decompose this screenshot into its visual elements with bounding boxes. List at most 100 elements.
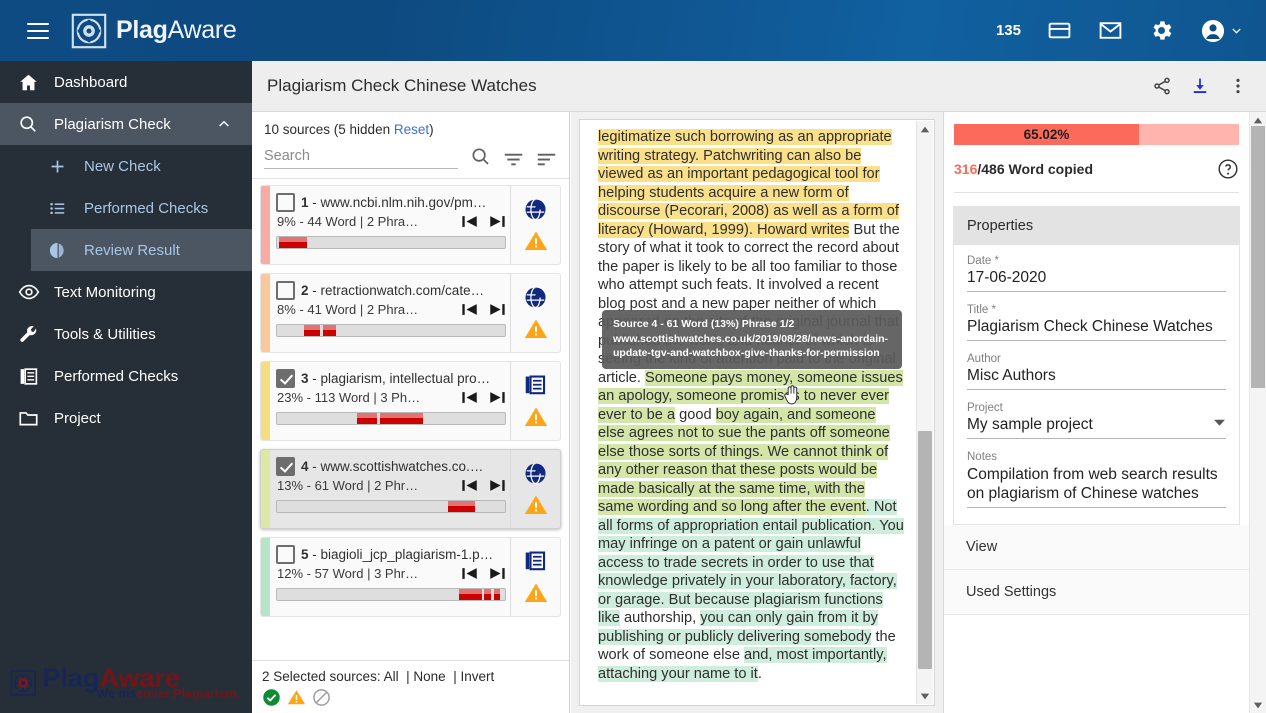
warning-icon[interactable] [287,688,306,707]
credit-card-icon[interactable] [1047,18,1072,43]
search-icon[interactable] [470,146,491,169]
document-icon[interactable] [523,373,548,398]
prev-phrase-button[interactable] [461,302,479,317]
next-phrase-icon[interactable] [488,214,506,229]
prev-phrase-icon[interactable] [461,390,479,405]
prev-phrase-button[interactable] [461,566,479,581]
source-card[interactable]: 5 - biagioli_jcp_plagiarism-1.p… 12% - 5… [260,537,561,617]
source-card[interactable]: 2 - retractionwatch.com/cate… 8% - 41 Wo… [260,273,561,353]
source-checkbox[interactable] [276,281,295,300]
sidebar-item-tools-utilities[interactable]: Tools & Utilities [0,313,252,355]
prev-phrase-button[interactable] [461,214,479,229]
download-icon[interactable] [1190,76,1210,96]
right-panel-scroll-thumb[interactable] [1251,126,1265,388]
globe-icon[interactable] [523,461,548,486]
source-bar-segment [322,325,337,336]
gear-icon[interactable] [1149,18,1174,43]
document-scrollbar[interactable] [916,121,933,704]
document-text[interactable]: legitimatize such borrowing as an approp… [580,120,914,705]
prev-phrase-icon[interactable] [461,214,479,229]
source-meta: 12% - 57 Word | 3 Phr… [277,566,419,581]
next-phrase-button[interactable] [488,302,506,317]
sidebar-item-review-result[interactable]: Review Result [31,229,252,271]
next-phrase-icon[interactable] [488,302,506,317]
prev-phrase-icon[interactable] [461,302,479,317]
properties-title: Properties [954,207,1239,245]
source-checkbox[interactable] [276,545,295,564]
property-field-value[interactable]: Plagiarism Check Chinese Watches [967,317,1226,341]
prev-phrase-button[interactable] [461,390,479,405]
prev-phrase-button[interactable] [461,478,479,493]
next-phrase-icon[interactable] [488,478,506,493]
block-icon[interactable] [312,688,331,707]
account-menu[interactable] [1200,18,1244,44]
source-meta: 9% - 44 Word | 2 Phra… [277,214,419,229]
next-phrase-icon[interactable] [488,566,506,581]
right-scroll-down-arrow-icon[interactable] [1250,697,1266,713]
warning-icon[interactable] [524,405,548,429]
sort-icon[interactable] [536,151,557,169]
globe-icon[interactable] [523,285,548,310]
scroll-up-arrow-icon[interactable] [917,121,933,137]
source-card[interactable]: 3 - plagiarism, intellectual pro… 23% - … [260,361,561,441]
mail-icon[interactable] [1098,18,1123,43]
prev-phrase-icon[interactable] [461,478,479,493]
words-copied-count: 316 [954,161,978,177]
warning-icon[interactable] [524,229,548,253]
sidebar-item-performed-checks-sub[interactable]: Performed Checks [0,187,252,229]
accordion-used-settings[interactable]: Used Settings [944,570,1249,615]
source-card[interactable]: 1 - www.ncbi.nlm.nih.gov/pm… 9% - 44 Wor… [260,185,561,265]
sidebar-item-performed-checks[interactable]: Performed Checks [0,355,252,397]
source-checkbox[interactable] [276,369,295,388]
scroll-down-arrow-icon[interactable] [917,688,933,704]
source-checkbox[interactable] [276,193,295,212]
sources-list[interactable]: 1 - www.ncbi.nlm.nih.gov/pm… 9% - 44 Wor… [252,178,569,660]
next-phrase-button[interactable] [488,478,506,493]
prev-phrase-icon[interactable] [461,566,479,581]
sidebar-item-plagiarism-check[interactable]: Plagiarism Check [0,103,252,145]
document-icon[interactable] [523,549,548,574]
next-phrase-icon[interactable] [488,390,506,405]
select-all-link[interactable]: All [384,669,399,684]
warning-icon[interactable] [524,581,548,605]
right-panel-scrollbar[interactable] [1249,112,1266,713]
menu-icon[interactable] [27,22,49,39]
property-field-value[interactable]: 17-06-2020 [967,268,1226,292]
source-card[interactable]: 4 - www.scottishwatches.co.… 13% - 61 Wo… [260,449,561,529]
globe-icon[interactable] [523,197,548,222]
filter-icon[interactable] [503,151,524,169]
property-field-value[interactable]: Misc Authors [967,366,1226,390]
warning-icon[interactable] [524,317,548,341]
search-input[interactable] [264,147,458,169]
chevron-up-icon[interactable] [216,116,232,132]
document-text-segment[interactable]: . Not all forms of appropriation entail … [598,499,904,626]
check-circle-icon[interactable] [262,688,281,707]
sidebar-item-text-monitoring[interactable]: Text Monitoring [0,271,252,313]
words-copied-total: /486 Word copied [977,161,1094,177]
help-circle-icon[interactable] [1217,158,1239,180]
next-phrase-button[interactable] [488,566,506,581]
sidebar-item-project[interactable]: Project [0,397,252,439]
select-invert-link[interactable]: Invert [460,669,494,684]
property-field-value[interactable]: Compilation from web search results on p… [967,464,1226,508]
source-card-body: 1 - www.ncbi.nlm.nih.gov/pm… 9% - 44 Wor… [270,186,510,264]
source-checkbox[interactable] [276,457,295,476]
brand-logo-area[interactable]: PlagAware [71,13,237,49]
chevron-down-icon[interactable] [1213,416,1226,434]
document-viewer[interactable]: legitimatize such borrowing as an approp… [579,119,935,706]
warning-icon[interactable] [524,493,548,517]
sidebar-item-new-check[interactable]: New Check [0,145,252,187]
sidebar-item-dashboard[interactable]: Dashboard [0,61,252,103]
sources-count-text: 10 sources (5 hidden [264,122,391,137]
reset-link[interactable]: Reset [394,122,429,137]
accordion-view[interactable]: View [944,525,1249,570]
more-vert-icon[interactable] [1228,76,1248,96]
document-scroll-thumb[interactable] [918,431,932,669]
property-field-value[interactable]: My sample project [967,415,1226,439]
next-phrase-button[interactable] [488,214,506,229]
next-phrase-button[interactable] [488,390,506,405]
share-icon[interactable] [1152,76,1172,96]
source-card-icons [510,450,560,528]
sidebar-watermark-logo: PlagAware We discover Plagiarism. [10,661,240,705]
select-none-link[interactable]: None [413,669,445,684]
